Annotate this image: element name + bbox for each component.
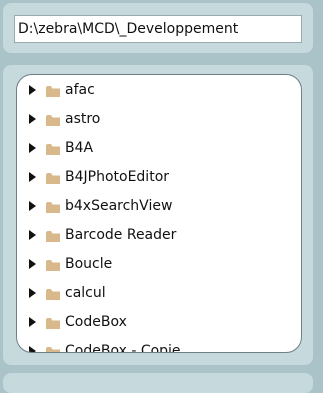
tree-item-label: B4A — [65, 140, 94, 156]
tree-item-label: astro — [65, 111, 101, 127]
expand-arrow-icon[interactable] — [29, 114, 36, 124]
bottom-panel — [3, 373, 313, 393]
tree-item-label: Boucle — [65, 256, 113, 272]
tree-item-label: afac — [65, 82, 95, 98]
folder-tree[interactable]: afac astro B4A B4JPhotoEditor b4xSearchV — [16, 74, 302, 353]
folder-icon — [46, 318, 60, 329]
tree-item-label: B4JPhotoEditor — [65, 169, 170, 185]
tree-item-label: CodeBox — [65, 314, 127, 330]
folder-icon — [46, 144, 60, 155]
expand-arrow-icon[interactable] — [29, 317, 36, 327]
tree-item[interactable]: CodeBox - Copie — [17, 338, 301, 353]
folder-icon — [46, 86, 60, 97]
tree-item-label: b4xSearchView — [65, 198, 173, 214]
tree-item-label: CodeBox - Copie — [65, 343, 181, 353]
tree-item[interactable]: afac — [17, 77, 301, 106]
expand-arrow-icon[interactable] — [29, 259, 36, 269]
folder-icon — [46, 202, 60, 213]
tree-item[interactable]: Barcode Reader — [17, 222, 301, 251]
folder-icon — [46, 231, 60, 242]
tree-item-label: calcul — [65, 285, 106, 301]
expand-arrow-icon[interactable] — [29, 143, 36, 153]
folder-icon — [46, 260, 60, 271]
folder-icon — [46, 115, 60, 126]
tree-item[interactable]: B4JPhotoEditor — [17, 164, 301, 193]
tree-item[interactable]: B4A — [17, 135, 301, 164]
expand-arrow-icon[interactable] — [29, 172, 36, 182]
path-input[interactable] — [14, 15, 302, 43]
tree-item[interactable]: b4xSearchView — [17, 193, 301, 222]
expand-arrow-icon[interactable] — [29, 201, 36, 211]
folder-icon — [46, 347, 60, 352]
tree-panel: afac astro B4A B4JPhotoEditor b4xSearchV — [3, 65, 313, 365]
expand-arrow-icon[interactable] — [29, 288, 36, 298]
expand-arrow-icon[interactable] — [29, 346, 36, 352]
tree-item-label: Barcode Reader — [65, 227, 177, 243]
folder-icon — [46, 173, 60, 184]
path-panel — [3, 3, 313, 53]
tree-list: afac astro B4A B4JPhotoEditor b4xSearchV — [17, 77, 301, 353]
tree-item[interactable]: astro — [17, 106, 301, 135]
expand-arrow-icon[interactable] — [29, 85, 36, 95]
tree-item[interactable]: calcul — [17, 280, 301, 309]
folder-icon — [46, 289, 60, 300]
tree-item[interactable]: CodeBox — [17, 309, 301, 338]
expand-arrow-icon[interactable] — [29, 230, 36, 240]
tree-item[interactable]: Boucle — [17, 251, 301, 280]
